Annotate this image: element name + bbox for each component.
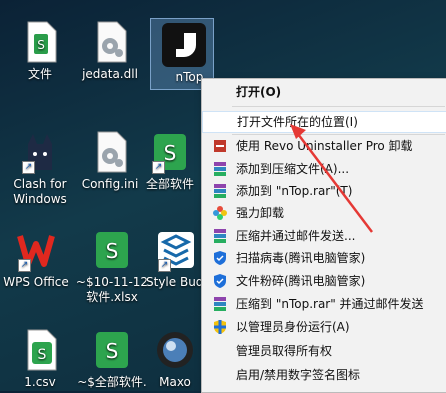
menu-take-ownership-label: 管理员取得所有权 (236, 344, 333, 358)
stack-logo-icon: ↗ (156, 228, 196, 272)
menu-open-location[interactable]: 打开文件所在的位置(I) (202, 111, 446, 133)
menu-revo-uninstall-label: 使用 Revo Uninstaller Pro 卸载 (236, 139, 413, 153)
gear-file-icon (90, 20, 130, 64)
shortcut-arrow-icon: ↗ (152, 161, 165, 174)
gear-file-icon (90, 130, 130, 174)
icon-label: ~$全部软件. (77, 375, 147, 389)
icon-label: Config.ini (81, 177, 139, 191)
menu-separator (232, 134, 445, 135)
desktop-icon-jedata[interactable]: jedata.dll (70, 20, 150, 82)
menu-force-uninstall[interactable]: 强力卸载 (202, 203, 446, 223)
desktop-icon-all-software[interactable]: S ↗ 全部软件 (140, 130, 200, 192)
winrar-icon (212, 183, 228, 199)
desktop-icon-folder[interactable]: S 文件 (0, 20, 80, 82)
menu-add-ntop-rar[interactable]: 添加到 "nTop.rar"(T) (202, 181, 446, 201)
menu-digital-signature[interactable]: 启用/禁用数字签名图标 (202, 365, 446, 385)
uac-shield-icon (212, 319, 228, 335)
winrar-icon (212, 228, 228, 244)
menu-open-location-label: 打开文件所在的位置(I) (237, 115, 358, 129)
menu-separator (232, 106, 445, 107)
shortcut-arrow-icon: ↗ (22, 161, 35, 174)
revo-uninstaller-icon (212, 138, 228, 154)
ntop-app-icon (162, 23, 206, 67)
menu-compress-ntop-email-label: 压缩到 "nTop.rar" 并通过邮件发送 (236, 297, 424, 311)
icon-label: 全部软件 (145, 177, 194, 191)
menu-run-as-admin-label: 以管理员身份运行(A) (236, 320, 350, 334)
svg-text:S: S (106, 339, 119, 363)
svg-text:S: S (38, 347, 47, 363)
doc-file-icon: S (20, 20, 60, 64)
wps-logo-icon: ↗ (16, 228, 56, 272)
menu-open-label: 打开(O) (236, 85, 282, 99)
desktop-icon-maxon[interactable]: Maxo (150, 328, 200, 390)
menu-take-ownership[interactable]: 管理员取得所有权 (202, 341, 446, 361)
icon-label: Style Budd (146, 275, 212, 289)
cinema4d-icon (155, 328, 195, 372)
icon-label: ~$10-11-12 软件.xlsx (75, 275, 149, 304)
menu-compress-email[interactable]: 压缩并通过邮件发送... (202, 226, 446, 246)
svg-text:S: S (37, 38, 45, 52)
desktop-icon-csv[interactable]: S 1.csv (0, 328, 80, 390)
sheet-icon: S (92, 328, 132, 372)
tencent-shield-icon (212, 273, 228, 289)
sheet-icon: S (20, 328, 60, 372)
desktop-icon-clash[interactable]: ↗ Clash for Windows (0, 130, 80, 207)
svg-text:S: S (164, 141, 177, 165)
desktop-icon-xlsx[interactable]: S ~$10-11-12 软件.xlsx (72, 228, 152, 305)
svg-text:S: S (106, 239, 119, 263)
menu-revo-uninstall[interactable]: 使用 Revo Uninstaller Pro 卸载 (202, 136, 446, 156)
icon-label: jedata.dll (82, 67, 138, 81)
flower-uninstall-icon (212, 205, 228, 221)
menu-scan-virus[interactable]: 扫描病毒(腾讯电脑管家) (202, 248, 446, 268)
menu-run-as-admin[interactable]: 以管理员身份运行(A) (202, 317, 446, 337)
tencent-shield-icon (212, 250, 228, 266)
desktop-icon-temp-sheet[interactable]: S ~$全部软件. (72, 328, 152, 390)
shortcut-arrow-icon: ↗ (158, 259, 171, 272)
desktop-icon-config[interactable]: Config.ini (70, 130, 150, 192)
menu-add-ntop-rar-label: 添加到 "nTop.rar"(T) (236, 184, 353, 198)
clash-cat-icon: ↗ (20, 130, 60, 174)
menu-shred-file-label: 文件粉碎(腾讯电脑管家) (236, 274, 366, 288)
menu-scan-virus-label: 扫描病毒(腾讯电脑管家) (236, 251, 366, 265)
winrar-icon (212, 161, 228, 177)
menu-shred-file[interactable]: 文件粉碎(腾讯电脑管家) (202, 271, 446, 291)
sheet-icon: S ↗ (150, 130, 190, 174)
menu-add-archive[interactable]: 添加到压缩文件(A)... (202, 159, 446, 179)
icon-label: 1.csv (24, 375, 56, 389)
desktop-icon-style-buddy[interactable]: ↗ Style Budd (146, 228, 212, 290)
shortcut-arrow-icon: ↗ (18, 259, 31, 272)
icon-label: Maxo (159, 375, 191, 389)
menu-compress-ntop-email[interactable]: 压缩到 "nTop.rar" 并通过邮件发送 (202, 294, 446, 314)
desktop-icon-wps[interactable]: ↗ WPS Office (0, 228, 76, 290)
menu-compress-email-label: 压缩并通过邮件发送... (236, 229, 356, 243)
menu-force-uninstall-label: 强力卸载 (236, 206, 285, 220)
icon-label: Clash for Windows (13, 177, 67, 206)
menu-open[interactable]: 打开(O) (202, 82, 446, 102)
menu-digital-signature-label: 启用/禁用数字签名图标 (236, 368, 361, 382)
sheet-icon: S (92, 228, 132, 272)
context-menu: 打开(O) 打开文件所在的位置(I) 使用 Revo Uninstaller P… (201, 78, 446, 393)
icon-label: 文件 (27, 67, 52, 81)
icon-label: WPS Office (3, 275, 69, 289)
winrar-icon (212, 296, 228, 312)
menu-add-archive-label: 添加到压缩文件(A)... (236, 162, 350, 176)
